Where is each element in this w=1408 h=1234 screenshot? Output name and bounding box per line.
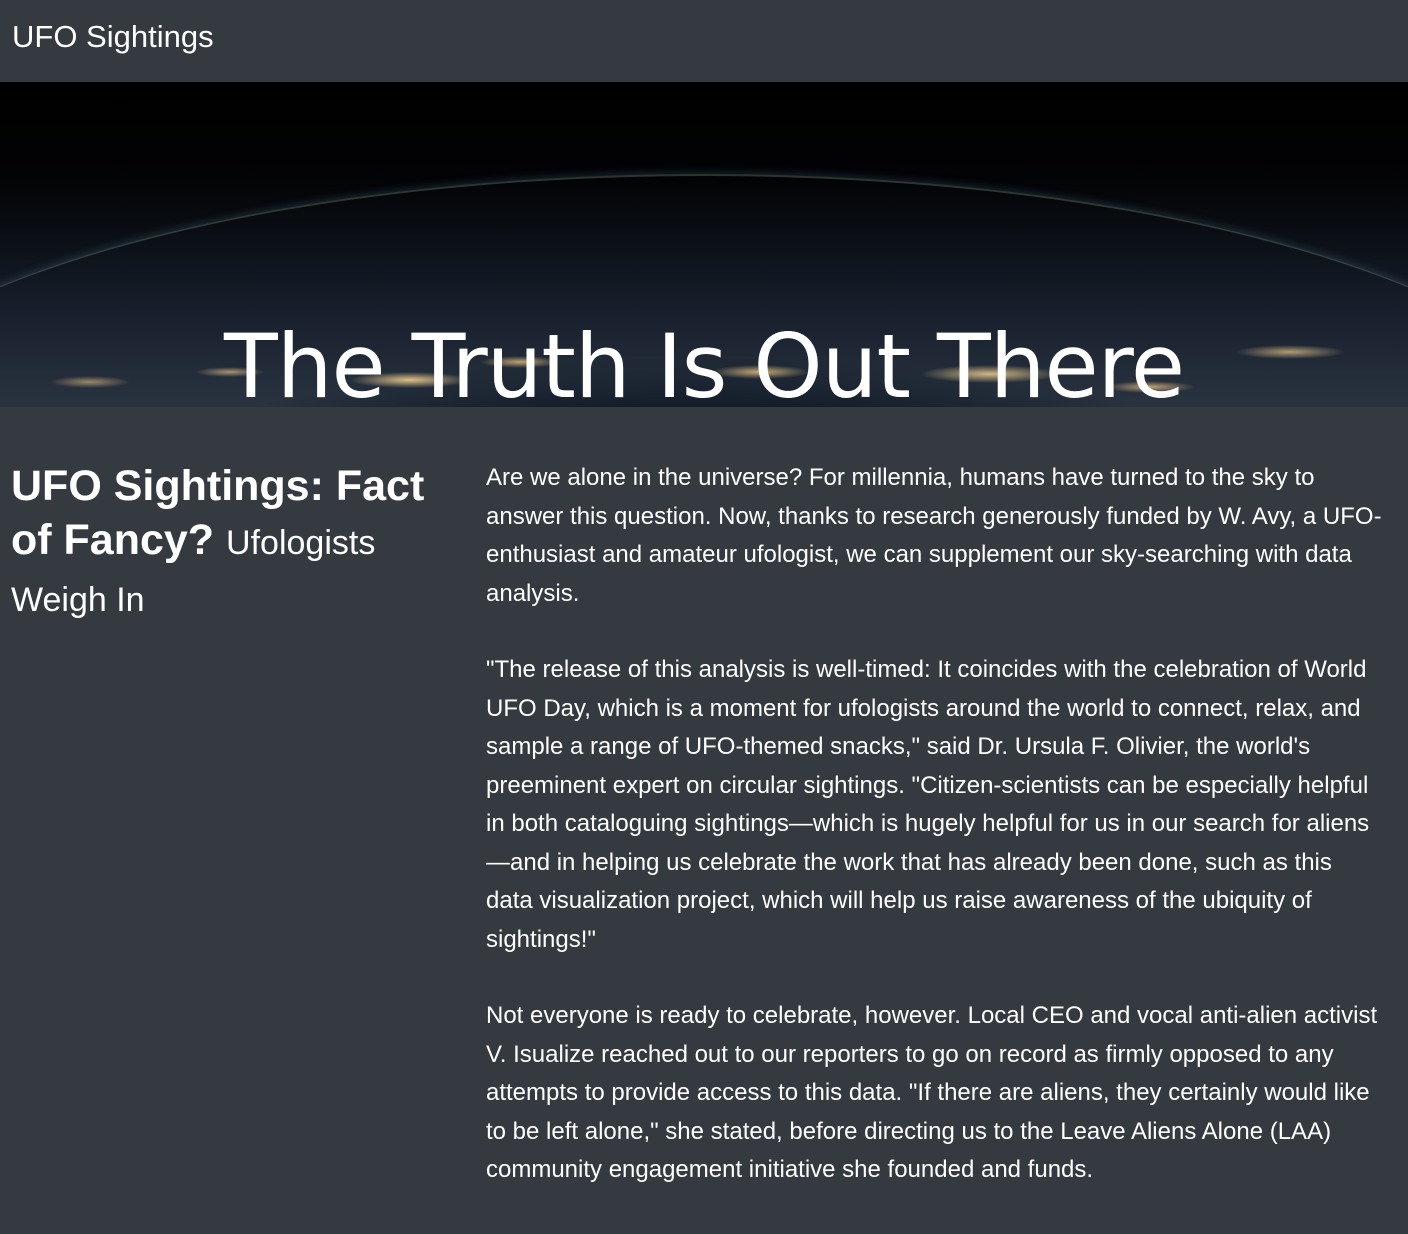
headline-column: UFO Sightings: Fact of Fancy? Ufologists… [0, 459, 475, 1228]
article-paragraph: Not everyone is ready to celebrate, howe… [486, 1002, 1378, 1183]
article-paragraph: Are we alone in the universe? For millen… [486, 464, 1382, 607]
article-body: Are we alone in the universe? For millen… [475, 459, 1385, 1228]
hero-banner: The Truth Is Out There [0, 82, 1408, 407]
navbar-brand-link[interactable]: UFO Sightings [12, 19, 214, 55]
hero-title: The Truth Is Out There [223, 314, 1185, 407]
article-content: UFO Sightings: Fact of Fancy? Ufologists… [0, 407, 1408, 1228]
article-headline: UFO Sightings: Fact of Fancy? Ufologists… [11, 459, 445, 627]
article-paragraph: "The release of this analysis is well-ti… [486, 656, 1370, 953]
navbar: UFO Sightings [0, 0, 1408, 82]
